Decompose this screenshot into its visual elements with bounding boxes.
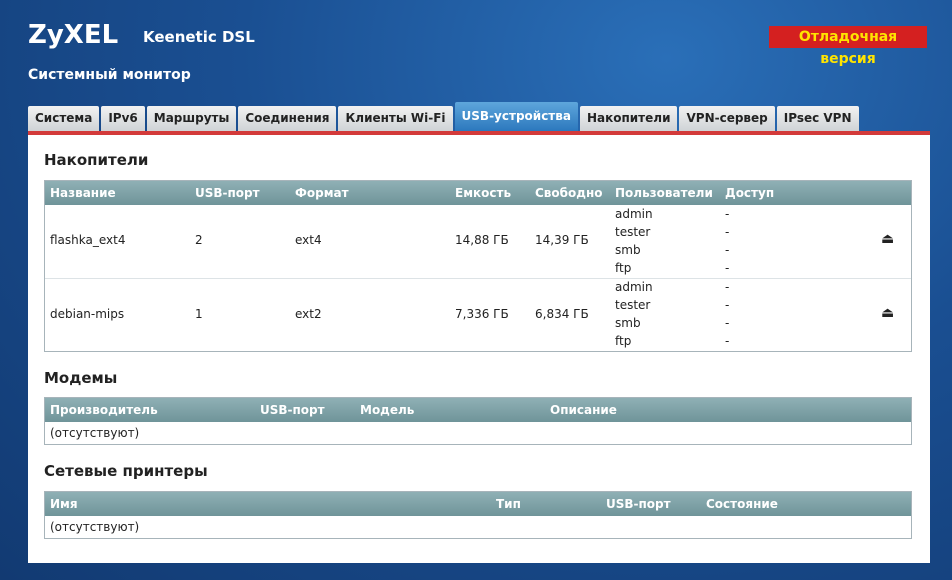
access: - bbox=[725, 298, 730, 312]
printers-table-header: Имя Тип USB-порт Состояние bbox=[45, 492, 911, 516]
column-header: Имя bbox=[50, 497, 78, 511]
tab-routes[interactable]: Маршруты bbox=[146, 106, 237, 131]
table-row: (отсутствуют) bbox=[45, 422, 911, 444]
empty-message: (отсутствуют) bbox=[50, 520, 140, 534]
column-header: USB-порт bbox=[195, 186, 260, 200]
column-header: Тип bbox=[496, 497, 521, 511]
empty-message: (отсутствуют) bbox=[50, 426, 140, 440]
model-name: Keenetic DSL bbox=[143, 28, 255, 46]
tab-bar: Система IPv6 Маршруты Соединения Клиенты… bbox=[28, 101, 861, 131]
access: - bbox=[725, 243, 730, 257]
user: tester bbox=[615, 298, 651, 312]
printers-table: Имя Тип USB-порт Состояние (отсутствуют) bbox=[44, 491, 912, 539]
column-header: Модель bbox=[360, 403, 415, 417]
format: ext2 bbox=[295, 307, 322, 321]
storage-table-header: Название USB-порт Формат Емкость Свободн… bbox=[45, 181, 911, 205]
storage-section-title: Накопители bbox=[44, 151, 149, 169]
user: ftp bbox=[615, 261, 632, 275]
format: ext4 bbox=[295, 233, 322, 247]
table-row: debian-mips 1 ext2 7,336 ГБ 6,834 ГБ adm… bbox=[45, 278, 911, 351]
access: - bbox=[725, 316, 730, 330]
modems-table-header: Производитель USB-порт Модель Описание bbox=[45, 398, 911, 422]
column-header: Название bbox=[50, 186, 116, 200]
access: - bbox=[725, 225, 730, 239]
access: - bbox=[725, 280, 730, 294]
tab-ipv6[interactable]: IPv6 bbox=[101, 106, 145, 131]
eject-icon[interactable]: ⏏ bbox=[881, 231, 894, 247]
free-space: 14,39 ГБ bbox=[535, 233, 589, 247]
table-row: flashka_ext4 2 ext4 14,88 ГБ 14,39 ГБ ad… bbox=[45, 205, 911, 278]
access: - bbox=[725, 261, 730, 275]
user: ftp bbox=[615, 334, 632, 348]
column-header: Емкость bbox=[455, 186, 512, 200]
usb-port: 1 bbox=[195, 307, 203, 321]
tab-usb-devices[interactable]: USB-устройства bbox=[454, 102, 578, 131]
page-title: Системный монитор bbox=[28, 67, 191, 83]
user: smb bbox=[615, 243, 641, 257]
user: admin bbox=[615, 207, 653, 221]
tab-connections[interactable]: Соединения bbox=[238, 106, 337, 131]
column-header: Описание bbox=[550, 403, 617, 417]
storage-table: Название USB-порт Формат Емкость Свободн… bbox=[44, 180, 912, 352]
tab-wifi-clients[interactable]: Клиенты Wi-Fi bbox=[338, 106, 453, 131]
modems-section-title: Модемы bbox=[44, 369, 118, 387]
table-row: (отсутствуют) bbox=[45, 516, 911, 538]
printers-section-title: Сетевые принтеры bbox=[44, 462, 208, 480]
user: admin bbox=[615, 280, 653, 294]
modems-table: Производитель USB-порт Модель Описание (… bbox=[44, 397, 912, 445]
access: - bbox=[725, 334, 730, 348]
column-header: Состояние bbox=[706, 497, 778, 511]
content-panel: Накопители Название USB-порт Формат Емко… bbox=[28, 131, 930, 563]
tab-ipsec-vpn[interactable]: IPsec VPN bbox=[776, 106, 859, 131]
free-space: 6,834 ГБ bbox=[535, 307, 589, 321]
column-header: Производитель bbox=[50, 403, 158, 417]
column-header: Формат bbox=[295, 186, 349, 200]
column-header: Доступ bbox=[725, 186, 775, 200]
user: smb bbox=[615, 316, 641, 330]
drive-name: debian-mips bbox=[50, 307, 125, 321]
tab-vpn-server[interactable]: VPN-сервер bbox=[679, 106, 775, 131]
eject-icon[interactable]: ⏏ bbox=[881, 305, 894, 321]
drive-name: flashka_ext4 bbox=[50, 233, 126, 247]
column-header: USB-порт bbox=[260, 403, 325, 417]
user: tester bbox=[615, 225, 651, 239]
capacity: 14,88 ГБ bbox=[455, 233, 509, 247]
tab-system[interactable]: Система bbox=[28, 106, 100, 131]
column-header: Свободно bbox=[535, 186, 603, 200]
tab-storage[interactable]: Накопители bbox=[579, 106, 678, 131]
column-header: USB-порт bbox=[606, 497, 671, 511]
capacity: 7,336 ГБ bbox=[455, 307, 509, 321]
column-header: Пользователи bbox=[615, 186, 713, 200]
usb-port: 2 bbox=[195, 233, 203, 247]
access: - bbox=[725, 207, 730, 221]
debug-badge: Отладочная версия bbox=[769, 26, 927, 67]
logo: ZyXEL bbox=[28, 20, 119, 50]
